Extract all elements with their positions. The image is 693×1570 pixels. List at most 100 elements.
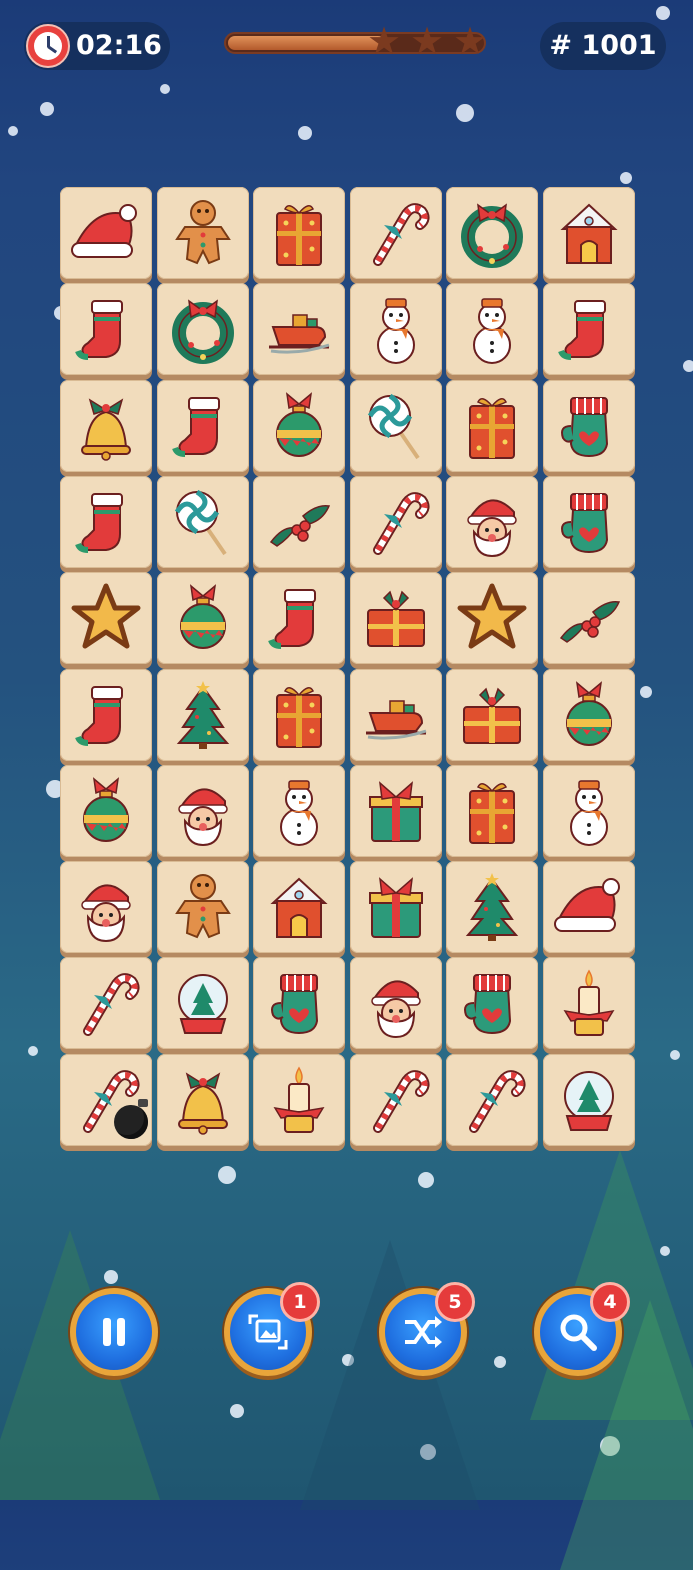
tile-santa[interactable] <box>156 764 249 857</box>
timer: 02:16 <box>24 22 170 70</box>
santa-icon <box>370 980 421 1039</box>
tile-ornament[interactable] <box>253 379 345 472</box>
tile-bell[interactable] <box>60 379 152 472</box>
sleigh-icon <box>365 699 426 740</box>
stocking-icon <box>557 300 606 361</box>
tile-snowman[interactable] <box>349 283 442 376</box>
tile-lollipop[interactable] <box>349 379 442 472</box>
tile-lollipop[interactable] <box>156 475 249 568</box>
tile-gift-wrapped[interactable] <box>446 668 538 761</box>
snowman-icon <box>569 780 608 846</box>
bell-icon <box>81 397 131 461</box>
gift-box-icon <box>469 782 515 844</box>
tile-stocking[interactable] <box>156 379 249 472</box>
tile-gift-green[interactable] <box>349 861 442 954</box>
tile-stocking[interactable] <box>542 283 635 376</box>
level-number: # 1001 <box>540 22 666 70</box>
gift-box-icon <box>469 397 515 459</box>
candy-cane-icon <box>372 203 430 266</box>
tile-cookie-star[interactable] <box>446 572 538 665</box>
tile-santa[interactable] <box>349 957 442 1050</box>
star-icon: ★ <box>453 19 488 63</box>
tile-christmas-tree[interactable] <box>156 668 249 761</box>
tile-holly[interactable] <box>542 572 635 665</box>
tile-gingerbread-man[interactable] <box>156 861 249 954</box>
snowflake <box>670 1050 680 1060</box>
tile-candy-cane[interactable] <box>60 957 152 1050</box>
snowflake <box>218 1166 236 1184</box>
gift-green-icon <box>368 780 423 842</box>
holly-icon <box>269 504 331 547</box>
tile-snowman[interactable] <box>446 283 538 376</box>
tile-christmas-tree[interactable] <box>446 861 538 954</box>
candy-cane-icon <box>83 973 140 1037</box>
tile-gift-box[interactable] <box>253 668 345 761</box>
tile-snowman[interactable] <box>253 764 345 857</box>
gift-box-icon <box>276 686 322 748</box>
santa-hat-icon <box>553 878 620 933</box>
tile-gift-box[interactable] <box>446 764 538 857</box>
tile-wreath[interactable] <box>446 187 538 279</box>
pause-button[interactable] <box>70 1288 158 1376</box>
tile-ornament[interactable] <box>156 572 249 665</box>
christmas-tree-icon <box>465 873 519 942</box>
tile-gift-box[interactable] <box>253 187 345 279</box>
tile-holly[interactable] <box>253 475 345 568</box>
santa-icon <box>467 499 517 557</box>
snowflake <box>456 104 474 122</box>
tile-gingerbread-man[interactable] <box>156 187 249 279</box>
tile-gift-green[interactable] <box>349 764 442 857</box>
stocking-icon <box>171 396 220 457</box>
mitten-icon <box>464 974 512 1035</box>
gift-box-icon <box>276 205 322 266</box>
tile-stocking[interactable] <box>60 668 152 761</box>
holly-icon <box>559 601 620 644</box>
tile-sleigh[interactable] <box>349 668 442 761</box>
tile-santa-hat[interactable] <box>60 187 152 279</box>
hint-image-button[interactable]: 1 <box>224 1282 320 1376</box>
tile-cookie-star[interactable] <box>60 572 152 665</box>
tile-sleigh[interactable] <box>253 283 345 376</box>
snowflake <box>230 1404 244 1418</box>
tile-gingerbread-house[interactable] <box>542 187 635 279</box>
snowman-icon <box>280 780 318 846</box>
tile-ornament[interactable] <box>542 668 635 761</box>
tile-gift-wrapped[interactable] <box>349 572 442 665</box>
tile-santa[interactable] <box>60 861 152 954</box>
snowflake <box>620 172 632 184</box>
tile-candy-cane[interactable] <box>349 475 442 568</box>
search-count-badge: 4 <box>590 1282 630 1322</box>
tile-bell[interactable] <box>156 1053 249 1146</box>
shuffle-button[interactable]: 5 <box>379 1282 475 1376</box>
snowflake <box>494 1356 506 1368</box>
tile-candy-cane[interactable] <box>349 1053 442 1146</box>
pause-icon <box>76 1294 152 1370</box>
tile-candle[interactable] <box>253 1053 345 1146</box>
tile-santa[interactable] <box>446 475 538 568</box>
tile-candy-cane[interactable] <box>446 1053 538 1146</box>
tile-snow-globe[interactable] <box>156 957 249 1050</box>
snowflake <box>656 6 670 20</box>
tile-mitten[interactable] <box>542 475 635 568</box>
lollipop-icon <box>367 393 420 459</box>
candy-cane-icon <box>372 1069 430 1133</box>
tile-mitten[interactable] <box>446 957 538 1050</box>
christmas-tree-icon <box>176 680 229 749</box>
tile-stocking[interactable] <box>60 475 152 568</box>
tile-santa-hat[interactable] <box>542 861 635 954</box>
tile-stocking[interactable] <box>60 283 152 376</box>
search-button[interactable]: 4 <box>534 1282 630 1376</box>
tile-snowman[interactable] <box>542 764 635 857</box>
tile-wreath[interactable] <box>156 283 249 376</box>
tile-mitten[interactable] <box>542 379 635 472</box>
wreath-icon <box>461 203 523 268</box>
ornament-icon <box>179 584 226 650</box>
tile-mitten[interactable] <box>253 957 345 1050</box>
tile-ornament[interactable] <box>60 764 152 857</box>
tile-stocking[interactable] <box>253 572 345 665</box>
tile-candle[interactable] <box>542 957 635 1050</box>
tile-snow-globe[interactable] <box>542 1053 635 1146</box>
tile-gingerbread-house[interactable] <box>253 861 345 954</box>
tile-gift-box[interactable] <box>446 379 538 472</box>
tile-candy-cane[interactable] <box>349 187 442 279</box>
